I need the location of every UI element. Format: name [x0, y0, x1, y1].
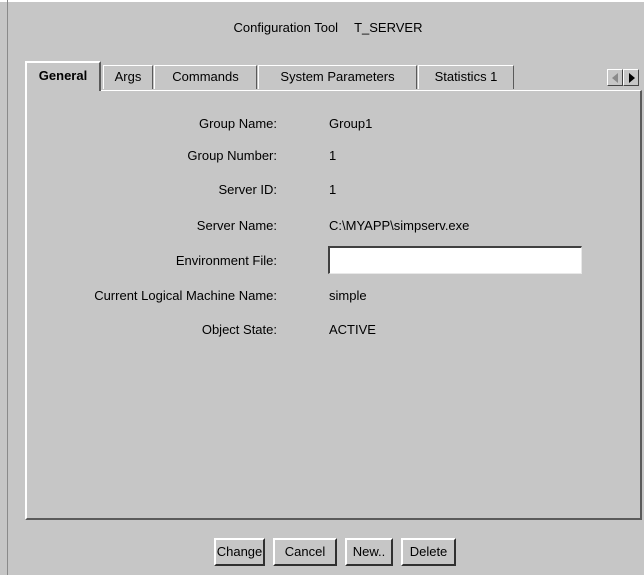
tab-strip: General Args Commands System Parameters …: [25, 61, 625, 91]
object-state-label: Object State:: [201, 322, 277, 337]
title-server-name: T_SERVER: [354, 20, 423, 35]
environment-file-input[interactable]: [328, 246, 582, 274]
lmid-label: Current Logical Machine Name:: [94, 288, 277, 303]
arrow-left-icon: [612, 73, 618, 83]
group-name-value: Group1: [329, 116, 373, 131]
lmid-value: simple: [329, 288, 367, 303]
tab-scroll-right-button[interactable]: [623, 69, 639, 86]
change-button[interactable]: Change: [214, 538, 265, 566]
window-top-edge: [0, 0, 644, 2]
window-title: Configuration Tool T_SERVER: [0, 20, 644, 35]
server-name-value: C:\MYAPP\simpserv.exe: [329, 218, 470, 233]
group-name-label: Group Name:: [198, 116, 277, 131]
group-number-row: Group Number: 1: [0, 148, 617, 168]
tab-system-parameters-label: System Parameters: [280, 69, 395, 84]
title-text: Configuration Tool: [233, 20, 339, 35]
server-id-value: 1: [329, 182, 337, 197]
object-state-value: ACTIVE: [329, 322, 376, 337]
delete-button[interactable]: Delete: [401, 538, 456, 566]
tab-scroll-left-button[interactable]: [607, 69, 623, 86]
lmid-row: Current Logical Machine Name: simple: [0, 288, 617, 308]
server-id-row: Server ID: 1: [0, 182, 617, 202]
group-number-value: 1: [329, 148, 337, 163]
group-name-row: Group Name: Group1: [0, 116, 617, 136]
tab-general[interactable]: General: [25, 61, 101, 91]
object-state-row: Object State: ACTIVE: [0, 322, 617, 342]
cancel-button[interactable]: Cancel: [273, 538, 337, 566]
tab-system-parameters[interactable]: System Parameters: [258, 65, 417, 89]
tab-commands[interactable]: Commands: [154, 65, 257, 89]
tab-general-label: General: [38, 68, 88, 83]
tab-args-label: Args: [114, 69, 142, 84]
new-button[interactable]: New..: [345, 538, 393, 566]
tab-args[interactable]: Args: [103, 65, 153, 89]
tab-statistics-1-label: Statistics 1: [434, 69, 498, 84]
server-id-label: Server ID:: [218, 182, 277, 197]
server-name-label: Server Name:: [196, 218, 277, 233]
group-number-label: Group Number:: [187, 148, 277, 163]
tab-statistics-1[interactable]: Statistics 1: [418, 65, 514, 89]
environment-file-label: Environment File:: [175, 253, 277, 268]
tab-commands-label: Commands: [172, 69, 239, 84]
server-name-row: Server Name: C:\MYAPP\simpserv.exe: [0, 218, 617, 238]
arrow-right-icon: [629, 73, 635, 83]
